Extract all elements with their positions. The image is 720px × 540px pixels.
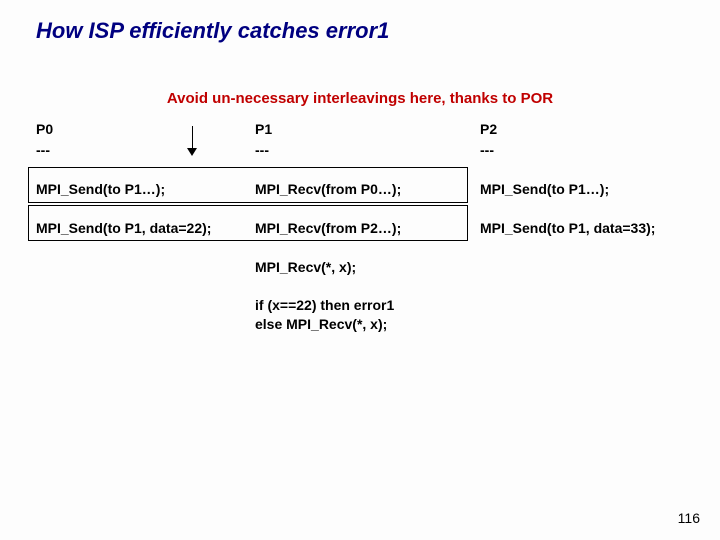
p1-line-2: MPI_Recv(*, x); — [255, 258, 455, 277]
p2-dash: --- — [480, 141, 710, 160]
p2-line-0: MPI_Send(to P1…); — [480, 180, 710, 199]
p1-header: P1 — [255, 120, 455, 139]
p1-line-4: else MPI_Recv(*, x); — [255, 315, 455, 334]
p1-line-3: if (x==22) then error1 — [255, 296, 455, 315]
p2-header: P2 — [480, 120, 710, 139]
slide-title: How ISP efficiently catches error1 — [36, 18, 389, 44]
p1-dash: --- — [255, 141, 455, 160]
slide-subtitle: Avoid un-necessary interleavings here, t… — [0, 90, 720, 107]
highlight-box-row1 — [28, 167, 468, 203]
p0-dash: --- — [36, 141, 236, 160]
p0-header: P0 — [36, 120, 236, 139]
column-p2: P2 --- MPI_Send(to P1…); MPI_Send(to P1,… — [480, 120, 710, 258]
highlight-box-row2 — [28, 205, 468, 241]
page-number: 116 — [678, 510, 700, 526]
p2-line-1: MPI_Send(to P1, data=33); — [480, 219, 710, 238]
